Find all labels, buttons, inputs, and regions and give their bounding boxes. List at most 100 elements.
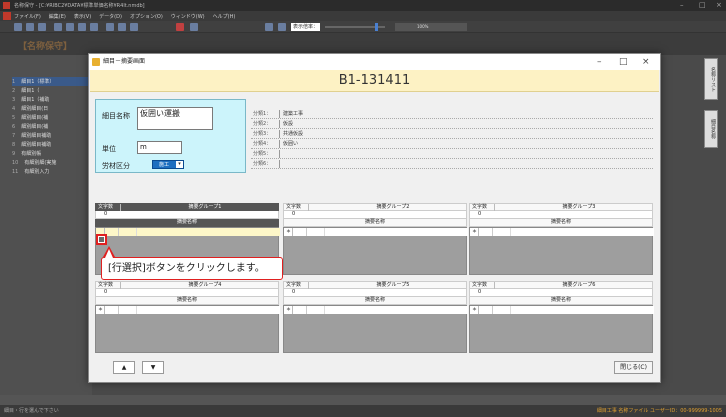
labor-select[interactable]: 施工 ▾	[152, 160, 184, 169]
minimize-icon[interactable]: –	[680, 1, 684, 9]
summary-name-header: 摘要名称	[469, 219, 653, 227]
dialog-minimize-icon[interactable]: –	[597, 54, 602, 70]
list-item-label: 細目1（標準）	[21, 79, 55, 85]
classification-row: 分類1： 建築工事	[251, 109, 653, 119]
tool-icon[interactable]	[130, 23, 138, 31]
char-count-label: 文字数	[98, 282, 114, 288]
list-item[interactable]: 6 細別細目(補	[12, 122, 90, 131]
table-row[interactable]: ＊	[284, 306, 468, 314]
tool-icon[interactable]	[190, 23, 198, 31]
table-row[interactable]: ＊	[470, 228, 654, 236]
dialog-title: 細目－摘要画面	[103, 58, 146, 65]
summary-grid[interactable]: ＊	[95, 305, 280, 353]
list-item[interactable]: 5 細別細目(補	[12, 113, 90, 122]
summary-grid[interactable]: ＊	[469, 227, 654, 275]
tool-icon[interactable]	[38, 23, 46, 31]
classification-list: 分類1： 建築工事 分類2： 仮設 分類3： 共通仮設 分類4： 仮囲い 分類5： 分類…	[251, 109, 653, 179]
summary-name-header: 摘要名称	[283, 219, 467, 227]
tool-icon[interactable]	[90, 23, 98, 31]
list-item-num: 8	[12, 141, 16, 148]
list-item[interactable]: 1 細目1（標準）	[12, 77, 90, 86]
list-item-label: 有細別入力	[24, 169, 50, 175]
delete-icon[interactable]	[176, 23, 184, 31]
char-count-value: 0	[469, 289, 653, 297]
tab-item-name[interactable]: 細目名称	[704, 110, 718, 148]
dialog-maximize-icon[interactable]: □	[619, 54, 628, 70]
classification-value: 建築工事	[283, 111, 304, 117]
tool-icon[interactable]	[66, 23, 74, 31]
group-title: 摘要グループ6	[562, 282, 596, 288]
move-up-button[interactable]: ▲	[113, 361, 135, 374]
tool-icon[interactable]	[278, 23, 286, 31]
horizontal-scrollbar[interactable]	[0, 395, 726, 405]
zoom-select[interactable]: 100%	[395, 23, 467, 31]
menu-help[interactable]: ヘルプ(H)	[213, 13, 236, 20]
list-item-label: 細別細目(日	[21, 106, 49, 112]
tool-icon[interactable]	[26, 23, 34, 31]
menu-option[interactable]: オプション(O)	[130, 13, 163, 20]
group-title: 摘要グループ3	[562, 204, 596, 210]
char-count-value: 0	[469, 211, 653, 219]
char-count-value: 0	[283, 211, 467, 219]
dialog-close-icon[interactable]: ×	[642, 54, 650, 70]
summary-name-header: 摘要名称	[95, 219, 279, 227]
tool-icon[interactable]	[54, 23, 62, 31]
table-row[interactable]: ＊	[284, 228, 468, 236]
summary-grid[interactable]: ＊	[469, 305, 654, 353]
table-row[interactable]	[96, 228, 280, 236]
table-row[interactable]: ＊	[470, 306, 654, 314]
zoom-label: 表示倍率：	[291, 23, 321, 31]
row-select-button[interactable]	[96, 234, 107, 245]
group-title: 摘要グループ4	[188, 282, 222, 288]
maximize-icon[interactable]: □	[699, 1, 706, 9]
list-item[interactable]: 4 細別細目(日	[12, 104, 90, 113]
list-item-label: 細目1（	[21, 88, 40, 94]
close-icon[interactable]: ×	[716, 1, 722, 9]
menu-window[interactable]: ウィンドウ(W)	[171, 13, 205, 20]
list-item[interactable]: 3 細目1（補助	[12, 95, 90, 104]
tool-icon[interactable]	[78, 23, 86, 31]
list-item[interactable]: 7 細別細目補助	[12, 131, 90, 140]
tab-name-list[interactable]: 名称リスト	[704, 58, 718, 100]
tool-icon[interactable]	[106, 23, 114, 31]
menu-data[interactable]: データ(D)	[99, 13, 122, 20]
classification-row: 分類6：	[251, 159, 653, 169]
group-title: 摘要グループ2	[376, 204, 410, 210]
menu-edit[interactable]: 編集(E)	[49, 13, 66, 20]
char-count-label: 文字数	[98, 204, 114, 210]
right-sidebar	[696, 55, 726, 395]
classification-label: 分類2：	[253, 121, 272, 127]
menu-file[interactable]: ファイル(F)	[14, 13, 41, 20]
menu-view[interactable]: 表示(V)	[74, 13, 91, 20]
status-bar: 細目・行を選んで下さい 細目工事 名称ファイル ユーザーID：00-999999…	[0, 405, 726, 417]
list-item[interactable]: 2 細目1（	[12, 86, 90, 95]
tool-icon[interactable]	[118, 23, 126, 31]
classification-value: 仮囲い	[283, 141, 299, 147]
char-count-value: 0	[95, 211, 279, 219]
group-title: 摘要グループ1	[188, 204, 222, 210]
item-name-field[interactable]: 仮囲い運搬	[137, 107, 213, 130]
list-item[interactable]: 10 有細別細(実施	[12, 158, 90, 167]
list-item[interactable]: 9 有細別帳	[12, 149, 90, 158]
row-select-icon	[99, 237, 104, 242]
zoom-slider-thumb[interactable]	[375, 23, 378, 31]
char-count-label: 文字数	[286, 204, 302, 210]
unit-field[interactable]: m	[137, 141, 182, 154]
toolbar: 表示倍率： 100%	[0, 21, 726, 33]
summary-grid[interactable]: ＊	[283, 227, 468, 275]
close-button[interactable]: 閉じる(C)	[614, 361, 653, 374]
list-item-label: 細目1（補助	[21, 97, 50, 103]
list-item[interactable]: 11 有細別入力	[12, 167, 90, 176]
list-item[interactable]: 8 細別細目補助	[12, 140, 90, 149]
list-item-label: 細別細目補助	[21, 133, 52, 139]
table-row[interactable]: ＊	[96, 306, 280, 314]
char-count-label: 文字数	[472, 282, 488, 288]
new-row-marker: ＊	[286, 307, 292, 313]
new-row-marker: ＊	[472, 307, 478, 313]
char-count-label: 文字数	[286, 282, 302, 288]
summary-grid[interactable]: ＊	[283, 305, 468, 353]
item-code: B1-131411	[90, 70, 659, 92]
tool-icon[interactable]	[14, 23, 22, 31]
move-down-button[interactable]: ▼	[142, 361, 164, 374]
tool-icon[interactable]	[265, 23, 273, 31]
